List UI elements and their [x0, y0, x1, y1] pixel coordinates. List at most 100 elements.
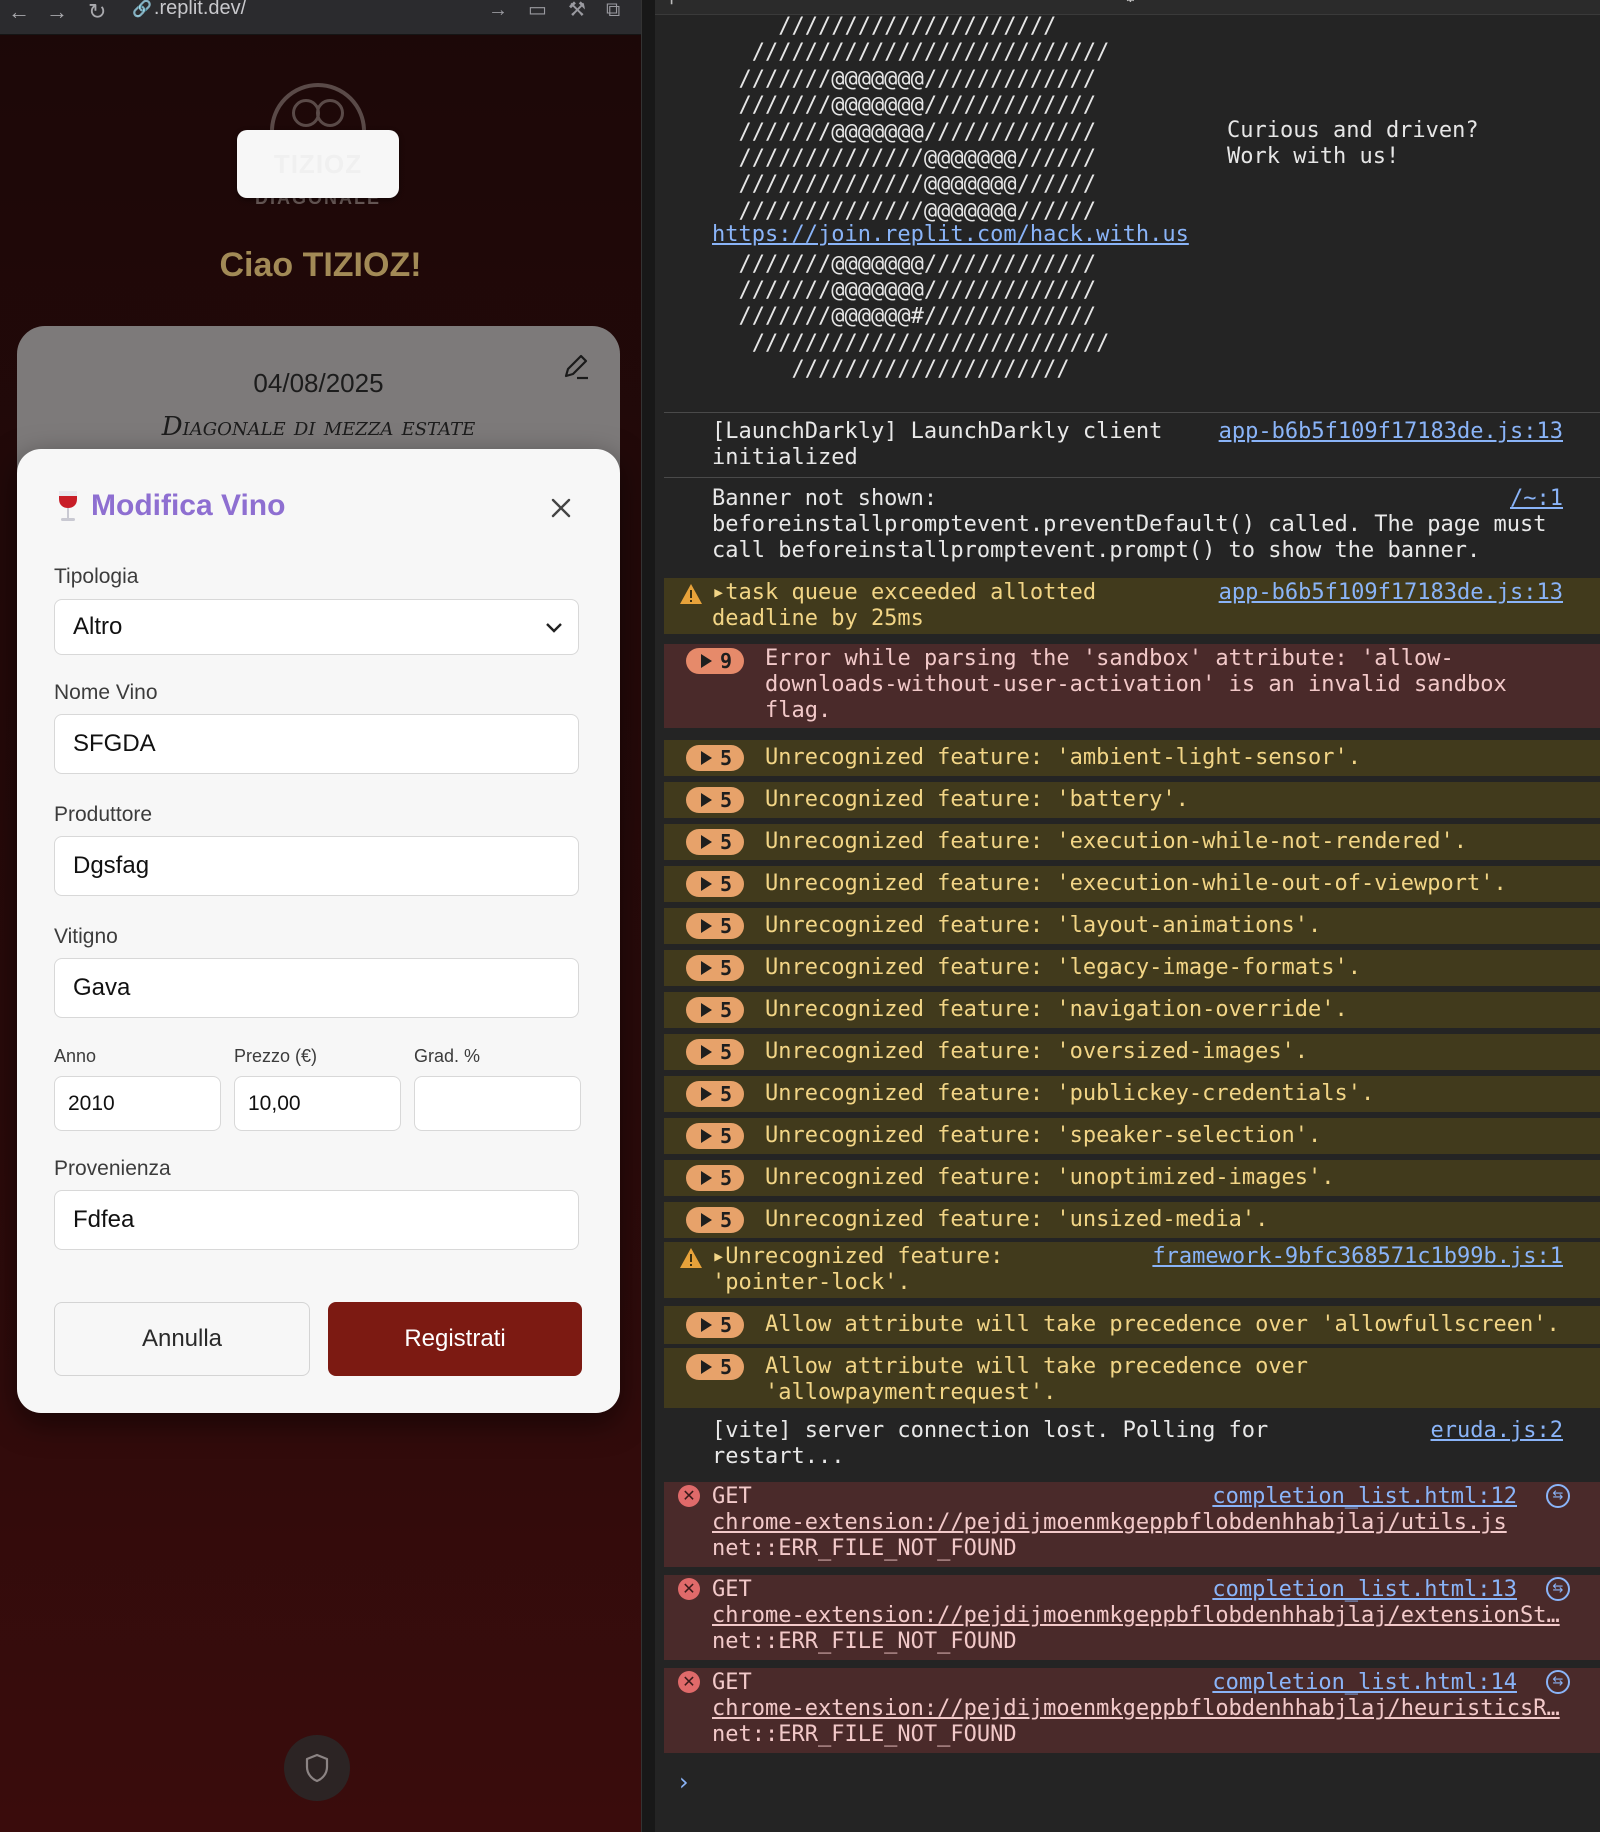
log-source-link[interactable]: /~:1 — [1510, 486, 1563, 512]
log-source-link[interactable]: eruda.js:2 — [1431, 1418, 1563, 1444]
address-bar[interactable]: 🔗 .replit.dev/ — [132, 0, 246, 24]
request-url-link[interactable]: chrome-extension://pejdijmoenmkgeppbflob… — [712, 1510, 1507, 1536]
gear-icon[interactable]: ⚙ — [1125, 0, 1136, 7]
network-error-row[interactable]: ✕ GET completion_list.html:12 ⇆ chrome-exten… — [664, 1482, 1600, 1567]
warning-icon — [680, 584, 702, 604]
warning-row[interactable]: 5 Allow attribute will take precedence o… — [664, 1306, 1600, 1344]
warning-row[interactable]: 5 Unrecognized feature: 'oversized-images… — [664, 1034, 1600, 1070]
count-badge: 5 — [686, 1165, 744, 1191]
warning-row[interactable]: ▸Unrecognized feature: 'pointer-lock'. f… — [664, 1242, 1600, 1298]
devices-icon[interactable]: ▭ — [528, 0, 547, 20]
warning-row[interactable]: 5 Unrecognized feature: 'speaker-selectio… — [664, 1118, 1600, 1154]
warning-row[interactable]: 5 Unrecognized feature: 'execution-while-… — [664, 824, 1600, 860]
grad-input[interactable] — [414, 1076, 581, 1131]
log-source-link[interactable]: completion_list.html:14 — [1212, 1670, 1517, 1696]
network-globe-icon[interactable]: ⇆ — [1546, 1577, 1570, 1601]
greeting: Ciao TIZIOZ! — [219, 246, 422, 284]
nome-vino-input[interactable]: SFGDA — [54, 714, 579, 774]
warning-row[interactable]: 5 Unrecognized feature: 'unoptimized-imag… — [664, 1160, 1600, 1196]
submit-button[interactable]: Registrati — [328, 1302, 582, 1376]
log-message: Unrecognized feature: 'execution-while-n… — [765, 829, 1467, 854]
vitigno-input[interactable]: Gava — [54, 958, 579, 1018]
error-status: net::ERR_FILE_NOT_FOUND — [712, 1629, 1017, 1654]
forward-button[interactable]: → — [46, 1, 68, 23]
provenienza-input[interactable]: Fdfea — [54, 1190, 579, 1250]
console-toolbar: ⚲ ⚙ — [655, 0, 1600, 15]
log-message: Unrecognized feature: 'unsized-media'. — [765, 1207, 1269, 1232]
event-title: Diagonale di mezza estate — [161, 412, 476, 442]
warning-row[interactable]: 5 Unrecognized feature: 'legacy-image-for… — [664, 950, 1600, 986]
browser-bar: ← → ↻ 🔗 .replit.dev/ → ▭ ⚒ ⧉ — [0, 0, 641, 35]
grad-label: Grad. % — [414, 1046, 481, 1066]
count-badge: 5 — [686, 871, 744, 897]
warning-row[interactable]: ▸task queue exceeded allotted deadline b… — [664, 578, 1600, 634]
network-error-row[interactable]: ✕ GET completion_list.html:14 ⇆ chrome-exten… — [664, 1668, 1600, 1753]
error-status: net::ERR_FILE_NOT_FOUND — [712, 1536, 1017, 1561]
request-method: GET — [712, 1577, 752, 1602]
warning-row[interactable]: 5 Unrecognized feature: 'execution-while-… — [664, 866, 1600, 902]
warning-row[interactable]: 5 Unrecognized feature: 'unsized-media'. — [664, 1202, 1600, 1238]
warning-row[interactable]: 5 Unrecognized feature: 'publickey-creden… — [664, 1076, 1600, 1112]
log-text: Unrecognized feature: 'pointer-lock'. — [712, 1244, 1004, 1295]
mobile-app-pane: ← → ↻ 🔗 .replit.dev/ → ▭ ⚒ ⧉ DIAGONALE TI… — [0, 0, 641, 1832]
warning-row[interactable]: 5 Unrecognized feature: 'layout-animation… — [664, 908, 1600, 944]
reload-button[interactable]: ↻ — [88, 1, 106, 23]
anno-input[interactable]: 2010 — [54, 1076, 221, 1131]
tipologia-select[interactable]: Altro — [54, 599, 579, 655]
log-message: Unrecognized feature: 'publickey-credent… — [765, 1081, 1375, 1106]
count-badge: 5 — [686, 1354, 744, 1380]
logo-badge: TIZIOZ — [237, 130, 399, 198]
wine-glass-icon — [59, 491, 77, 521]
pencil-icon[interactable] — [562, 352, 590, 380]
log-message: Allow attribute will take precedence ove… — [765, 1354, 1309, 1405]
network-globe-icon[interactable]: ⇆ — [1546, 1670, 1570, 1694]
warning-row[interactable]: 5 Unrecognized feature: 'navigation-overr… — [664, 992, 1600, 1028]
hack-with-us-link[interactable]: https://join.replit.com/hack.with.us — [712, 222, 1189, 247]
request-url-link[interactable]: chrome-extension://pejdijmoenmkgeppbflob… — [712, 1696, 1560, 1722]
log-source-link[interactable]: completion_list.html:12 — [1212, 1484, 1517, 1510]
log-source-link[interactable]: completion_list.html:13 — [1212, 1577, 1517, 1603]
nome-vino-label: Nome Vino — [54, 681, 158, 704]
produttore-input[interactable]: Dgsfag — [54, 836, 579, 896]
app-logo: DIAGONALE TIZIOZ — [236, 80, 400, 210]
log-message: Unrecognized feature: 'unoptimized-image… — [765, 1165, 1335, 1190]
network-error-row[interactable]: ✕ GET completion_list.html:13 ⇆ chrome-exten… — [664, 1575, 1600, 1660]
expand-triangle-icon[interactable]: ▸ — [712, 580, 725, 605]
network-globe-icon[interactable]: ⇆ — [1546, 1484, 1570, 1508]
modal-header: Modifica Vino — [55, 489, 285, 523]
log-source-link[interactable]: app-b6b5f109f17183de.js:13 — [1219, 580, 1563, 606]
error-icon: ✕ — [678, 1578, 700, 1600]
event-date: 04/08/2025 — [253, 368, 384, 398]
shield-button[interactable] — [284, 1735, 350, 1801]
open-external-icon[interactable]: ⧉ — [606, 0, 620, 20]
error-icon: ✕ — [678, 1485, 700, 1507]
count-badge: 9 — [686, 648, 744, 674]
log-source-link[interactable]: framework-9bfc368571c1b99b.js:1 — [1152, 1244, 1563, 1270]
warning-row[interactable]: 5 Unrecognized feature: 'battery'. — [664, 782, 1600, 818]
cancel-button[interactable]: Annulla — [54, 1302, 310, 1376]
link-icon: 🔗 — [132, 1, 152, 18]
wrench-icon[interactable]: ⚒ — [568, 0, 586, 20]
warning-row[interactable]: 5 Unrecognized feature: 'ambient-light-se… — [664, 740, 1600, 776]
log-text: task queue exceeded allotted deadline by… — [712, 580, 1097, 631]
curious-text: Curious and driven? Work with us! — [1227, 118, 1479, 169]
count-badge: 5 — [686, 1039, 744, 1065]
log-message: Unrecognized feature: 'ambient-light-sen… — [765, 745, 1362, 770]
back-button[interactable]: ← — [8, 1, 30, 23]
log-row: [LaunchDarkly] LaunchDarkly client initi… — [664, 412, 1600, 478]
log-source-link[interactable]: app-b6b5f109f17183de.js:13 — [1219, 419, 1563, 445]
close-icon[interactable] — [548, 495, 574, 521]
vitigno-label: Vitigno — [54, 925, 118, 948]
error-row[interactable]: 9 Error while parsing the 'sandbox' attr… — [664, 644, 1600, 728]
log-message: [LaunchDarkly] LaunchDarkly client initi… — [712, 419, 1163, 470]
warning-row[interactable]: 5 Allow attribute will take precedence o… — [664, 1348, 1600, 1408]
expand-triangle-icon[interactable]: ▸ — [712, 1244, 725, 1269]
request-url-link[interactable]: chrome-extension://pejdijmoenmkgeppbflob… — [712, 1603, 1560, 1629]
edit-wine-modal: Modifica Vino Tipologia Altro Nome Vino … — [17, 449, 620, 1413]
prezzo-input[interactable]: 10,00 — [234, 1076, 401, 1131]
share-icon[interactable]: → — [488, 0, 508, 20]
anno-label: Anno — [54, 1046, 97, 1066]
console-prompt[interactable]: › — [679, 1768, 689, 1796]
pane-divider[interactable] — [641, 0, 656, 1832]
toolbar-filter-icon[interactable]: ⚲ — [665, 0, 678, 7]
